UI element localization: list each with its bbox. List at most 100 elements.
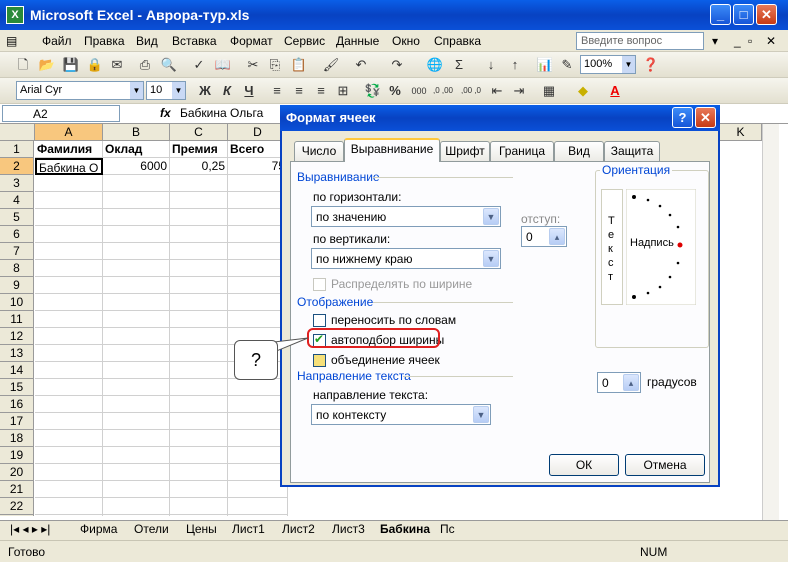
- ok-button[interactable]: ОК: [549, 454, 619, 476]
- row-header[interactable]: 16: [0, 396, 34, 413]
- select-all-corner[interactable]: [0, 124, 35, 141]
- empty-cell[interactable]: [35, 311, 103, 328]
- row-header[interactable]: 4: [0, 192, 34, 209]
- empty-cell[interactable]: [103, 515, 170, 516]
- empty-cell[interactable]: [35, 277, 103, 294]
- distribute-checkbox[interactable]: [313, 278, 326, 291]
- empty-cell[interactable]: [228, 277, 288, 294]
- chart-icon[interactable]: 📊: [536, 56, 554, 74]
- empty-cell[interactable]: [228, 260, 288, 277]
- vertical-select[interactable]: по нижнему краю ▼: [311, 248, 501, 269]
- row-header[interactable]: 20: [0, 464, 34, 481]
- cell-b2[interactable]: 6000: [103, 158, 170, 175]
- empty-cell[interactable]: [103, 260, 170, 277]
- tab-alignment[interactable]: Выравнивание: [344, 138, 440, 162]
- empty-cell[interactable]: [103, 328, 170, 345]
- empty-cell[interactable]: [228, 243, 288, 260]
- empty-cell[interactable]: [228, 311, 288, 328]
- empty-cell[interactable]: [170, 277, 228, 294]
- merge-cells-checkbox[interactable]: [313, 354, 326, 367]
- empty-cell[interactable]: [170, 362, 228, 379]
- empty-cell[interactable]: [228, 515, 288, 516]
- empty-cell[interactable]: [170, 447, 228, 464]
- undo-icon[interactable]: ↶: [352, 56, 370, 74]
- empty-cell[interactable]: [170, 260, 228, 277]
- empty-cell[interactable]: [170, 209, 228, 226]
- empty-cell[interactable]: [170, 430, 228, 447]
- empty-cell[interactable]: [103, 430, 170, 447]
- empty-cell[interactable]: [35, 243, 103, 260]
- increase-decimal-button[interactable]: ,0 ,00: [432, 82, 454, 100]
- vertical-text-box[interactable]: Текст: [601, 189, 623, 305]
- empty-cell[interactable]: [103, 277, 170, 294]
- vertical-scrollbar[interactable]: [762, 124, 779, 520]
- empty-cell[interactable]: [170, 226, 228, 243]
- empty-cell[interactable]: [103, 362, 170, 379]
- preview-icon[interactable]: 🔍: [160, 56, 178, 74]
- percent-button[interactable]: %: [386, 82, 404, 100]
- maximize-button[interactable]: □: [733, 4, 754, 25]
- spelling-icon[interactable]: ✓: [190, 56, 208, 74]
- tab-protection[interactable]: Защита: [604, 141, 660, 161]
- empty-cell[interactable]: [103, 498, 170, 515]
- row-header[interactable]: 1: [0, 141, 34, 158]
- empty-cell[interactable]: [35, 413, 103, 430]
- row-header[interactable]: 13: [0, 345, 34, 362]
- empty-cell[interactable]: [35, 430, 103, 447]
- font-color-icon[interactable]: A: [606, 82, 624, 100]
- currency-icon[interactable]: 💱: [364, 82, 382, 100]
- row-header[interactable]: 21: [0, 481, 34, 498]
- empty-cell[interactable]: [103, 481, 170, 498]
- menu-help[interactable]: Справка: [434, 34, 481, 48]
- empty-cell[interactable]: [103, 396, 170, 413]
- empty-cell[interactable]: [103, 447, 170, 464]
- empty-cell[interactable]: [103, 243, 170, 260]
- empty-cell[interactable]: [170, 413, 228, 430]
- row-header[interactable]: 10: [0, 294, 34, 311]
- hyperlink-icon[interactable]: 🌐: [426, 56, 444, 74]
- drawing-icon[interactable]: ✎: [558, 56, 576, 74]
- doc-close-icon[interactable]: ✕: [766, 34, 776, 48]
- tab-view[interactable]: Вид: [554, 141, 604, 161]
- bold-button[interactable]: Ж: [196, 82, 214, 100]
- menu-edit[interactable]: Правка: [84, 34, 125, 48]
- empty-cell[interactable]: [170, 396, 228, 413]
- paste-icon[interactable]: 📋: [290, 56, 308, 74]
- empty-cell[interactable]: [228, 447, 288, 464]
- row-header[interactable]: 7: [0, 243, 34, 260]
- row-header[interactable]: 6: [0, 226, 34, 243]
- indent-icon[interactable]: ⇥: [510, 82, 528, 100]
- help-icon[interactable]: ❓: [642, 56, 660, 74]
- cell-b1[interactable]: Оклад: [103, 141, 170, 158]
- empty-cell[interactable]: [170, 192, 228, 209]
- ask-question-input[interactable]: Введите вопрос: [576, 32, 704, 50]
- redo-icon[interactable]: ↷: [388, 56, 406, 74]
- merge-center-icon[interactable]: ⊞: [334, 82, 352, 100]
- sheet-tab-firma[interactable]: Фирма: [80, 522, 117, 536]
- empty-cell[interactable]: [103, 345, 170, 362]
- empty-cell[interactable]: [170, 328, 228, 345]
- font-size-select[interactable]: 10 ▼: [146, 81, 186, 100]
- empty-cell[interactable]: [170, 175, 228, 192]
- sheet-tab-list3[interactable]: Лист3: [332, 522, 365, 536]
- empty-cell[interactable]: [103, 192, 170, 209]
- empty-cell[interactable]: [35, 447, 103, 464]
- empty-cell[interactable]: [228, 226, 288, 243]
- empty-cell[interactable]: [103, 464, 170, 481]
- menu-tools[interactable]: Сервис: [284, 34, 325, 48]
- row-header[interactable]: 14: [0, 362, 34, 379]
- tab-number[interactable]: Число: [294, 141, 344, 161]
- direction-select[interactable]: по контексту ▼: [311, 404, 491, 425]
- cell-a2[interactable]: Бабкина О: [35, 158, 103, 175]
- close-button[interactable]: ✕: [756, 4, 777, 25]
- row-header[interactable]: 2: [0, 158, 34, 175]
- empty-cell[interactable]: [35, 226, 103, 243]
- email-icon[interactable]: ✉: [108, 56, 126, 74]
- tab-font[interactable]: Шрифт: [440, 141, 490, 161]
- empty-cell[interactable]: [170, 311, 228, 328]
- empty-cell[interactable]: [228, 498, 288, 515]
- empty-cell[interactable]: [228, 464, 288, 481]
- col-header-d[interactable]: D: [228, 124, 288, 141]
- empty-cell[interactable]: [228, 175, 288, 192]
- doc-icon[interactable]: ▤: [6, 34, 17, 48]
